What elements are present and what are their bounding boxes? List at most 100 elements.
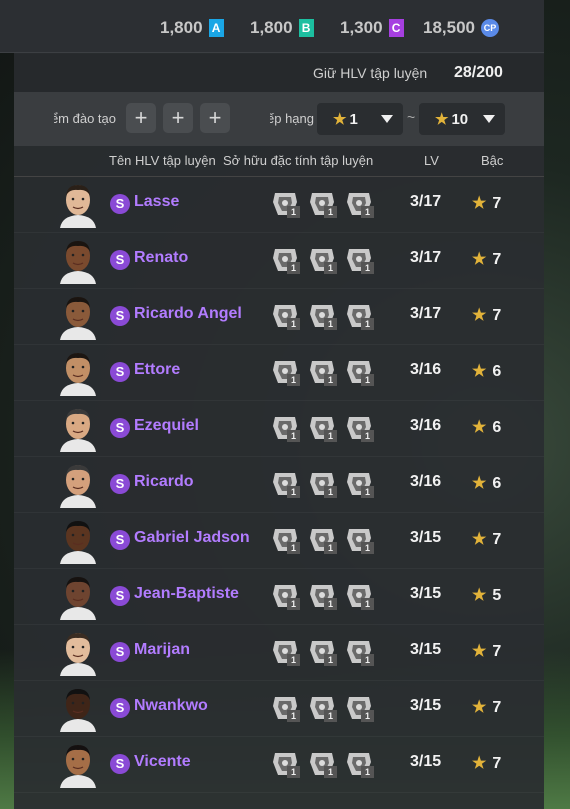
- trait-list: 1 1 1: [270, 750, 374, 778]
- add-filter-button-3[interactable]: +: [200, 103, 230, 133]
- trait-ball-icon[interactable]: 1: [344, 582, 374, 610]
- coach-row[interactable]: S Gabriel Jadson 1 1 1 3/15 ★ 7: [14, 512, 544, 569]
- trait-tie-icon[interactable]: 1: [307, 246, 337, 274]
- coach-avatar: [60, 745, 96, 788]
- coach-rank: ★ 7: [472, 307, 502, 324]
- coach-row[interactable]: S Ezequiel 1 1 1 3/16 ★ 6: [14, 400, 544, 457]
- coach-rank: ★ 7: [472, 643, 502, 660]
- add-filter-button-1[interactable]: +: [126, 103, 156, 133]
- coach-row[interactable]: S Ricardo Angel 1 1 1 3/17 ★ 7: [14, 288, 544, 345]
- rank-to-select[interactable]: ★ 10: [419, 103, 505, 135]
- coach-level: 3/17: [410, 249, 442, 266]
- coach-row[interactable]: S Lasse 1 1 1 3/17 ★ 7: [14, 176, 544, 233]
- coach-rank: ★ 6: [472, 419, 502, 436]
- filter-bar: Điểm đào tạo + + + Xếp hạng ★1 ~ ★10: [14, 92, 544, 146]
- capacity-value: 28/200: [454, 64, 503, 81]
- coach-rank: ★ 6: [472, 475, 502, 492]
- coach-rank: ★ 7: [472, 531, 502, 548]
- coach-row[interactable]: S Ricardo 1 1 1 3/16 ★ 6: [14, 456, 544, 513]
- trait-chevron-icon[interactable]: 1: [270, 246, 300, 274]
- coach-name: Nwankwo: [134, 697, 208, 714]
- currency-a-icon: A: [208, 19, 224, 37]
- trait-level: 1: [324, 430, 337, 442]
- coach-avatar: [60, 409, 96, 452]
- column-name[interactable]: Tên HLV tập luyện: [109, 153, 216, 168]
- trait-shoe-icon[interactable]: 1: [344, 638, 374, 666]
- trait-whistle-icon[interactable]: 1: [344, 526, 374, 554]
- trait-shoe-icon[interactable]: 1: [344, 694, 374, 722]
- coach-rank: ★ 7: [472, 699, 502, 716]
- coach-name: Gabriel Jadson: [134, 529, 250, 546]
- currency-c-icon: C: [388, 19, 404, 37]
- add-filter-button-2[interactable]: +: [163, 103, 193, 133]
- trait-level: 1: [287, 710, 300, 722]
- trait-list: 1 1 1: [270, 470, 374, 498]
- grade-s-badge: S: [110, 250, 130, 270]
- trait-flag-icon[interactable]: 1: [307, 414, 337, 442]
- trait-tie-icon[interactable]: 1: [307, 750, 337, 778]
- trait-tie-icon[interactable]: 1: [307, 526, 337, 554]
- coach-row[interactable]: S Marijan 1 1 1 3/15 ★ 7: [14, 624, 544, 681]
- trait-cap-icon[interactable]: 1: [344, 190, 374, 218]
- trait-chevron-icon[interactable]: 1: [270, 190, 300, 218]
- grade-s-badge: S: [110, 306, 130, 326]
- trait-whistle-icon[interactable]: 1: [307, 638, 337, 666]
- coach-level: 3/17: [410, 305, 442, 322]
- star-icon: ★: [435, 111, 449, 128]
- trait-tie-icon[interactable]: 1: [307, 582, 337, 610]
- trait-glove-icon[interactable]: 1: [270, 526, 300, 554]
- coach-row[interactable]: S Ettore 1 1 1 3/16 ★ 6: [14, 344, 544, 401]
- trait-chevron-icon[interactable]: 1: [270, 582, 300, 610]
- trait-ball-icon[interactable]: 1: [344, 302, 374, 330]
- grade-s-badge: S: [110, 530, 130, 550]
- coach-row[interactable]: S Nwankwo 1 1 1 3/15 ★ 7: [14, 680, 544, 737]
- trait-list: 1 1 1: [270, 582, 374, 610]
- star-icon: ★: [472, 363, 487, 380]
- trait-cone-icon[interactable]: 1: [307, 358, 337, 386]
- star-icon: ★: [472, 195, 487, 212]
- trait-level: 1: [324, 206, 337, 218]
- trait-level: 1: [361, 542, 374, 554]
- trait-whistle-icon[interactable]: 1: [307, 694, 337, 722]
- column-lv[interactable]: LV: [424, 153, 439, 168]
- trait-level: 1: [361, 766, 374, 778]
- trait-shoe-icon[interactable]: 1: [344, 750, 374, 778]
- coach-level: 3/16: [410, 361, 442, 378]
- trait-shield-icon[interactable]: 1: [307, 190, 337, 218]
- coach-rank: ★ 7: [472, 251, 502, 268]
- trait-jersey-icon[interactable]: 1: [270, 358, 300, 386]
- trait-board-icon[interactable]: 1: [270, 414, 300, 442]
- trait-jersey-icon[interactable]: 1: [270, 638, 300, 666]
- grade-s-badge: S: [110, 754, 130, 774]
- coach-name: Renato: [134, 249, 189, 266]
- trait-jersey-icon[interactable]: 1: [270, 470, 300, 498]
- trait-level: 1: [324, 486, 337, 498]
- trait-list: 1 1 1: [270, 246, 374, 274]
- star-icon: ★: [472, 419, 487, 436]
- trait-run-icon[interactable]: 1: [344, 414, 374, 442]
- column-rank[interactable]: Bậc: [481, 153, 503, 168]
- trait-jersey-icon[interactable]: 1: [270, 750, 300, 778]
- coach-level: 3/15: [410, 753, 442, 770]
- coach-row[interactable]: S Vicente 1 1 1 3/15 ★ 7: [14, 736, 544, 793]
- coach-level: 3/15: [410, 697, 442, 714]
- coach-level: 3/16: [410, 473, 442, 490]
- column-traits[interactable]: Sở hữu đặc tính tập luyện: [223, 153, 373, 168]
- coach-name: Ettore: [134, 361, 181, 378]
- coach-row[interactable]: S Jean-Baptiste 1 1 1 3/15 ★ 5: [14, 568, 544, 625]
- trait-run-icon[interactable]: 1: [344, 470, 374, 498]
- rank-from-select[interactable]: ★ 1: [317, 103, 403, 135]
- trait-board-icon[interactable]: 1: [270, 694, 300, 722]
- trait-list: 1 1 1: [270, 694, 374, 722]
- coach-name: Jean-Baptiste: [134, 585, 239, 602]
- coach-row[interactable]: S Renato 1 1 1 3/17 ★ 7: [14, 232, 544, 289]
- trait-chevron-icon[interactable]: 1: [270, 302, 300, 330]
- trait-whistle-icon[interactable]: 1: [307, 302, 337, 330]
- chevron-down-icon: [381, 115, 393, 123]
- trait-run-icon[interactable]: 1: [344, 358, 374, 386]
- coach-level: 3/17: [410, 193, 442, 210]
- trait-cone-icon[interactable]: 1: [307, 470, 337, 498]
- currency-b-icon: B: [298, 19, 314, 37]
- star-icon: ★: [472, 531, 487, 548]
- trait-glove-icon[interactable]: 1: [344, 246, 374, 274]
